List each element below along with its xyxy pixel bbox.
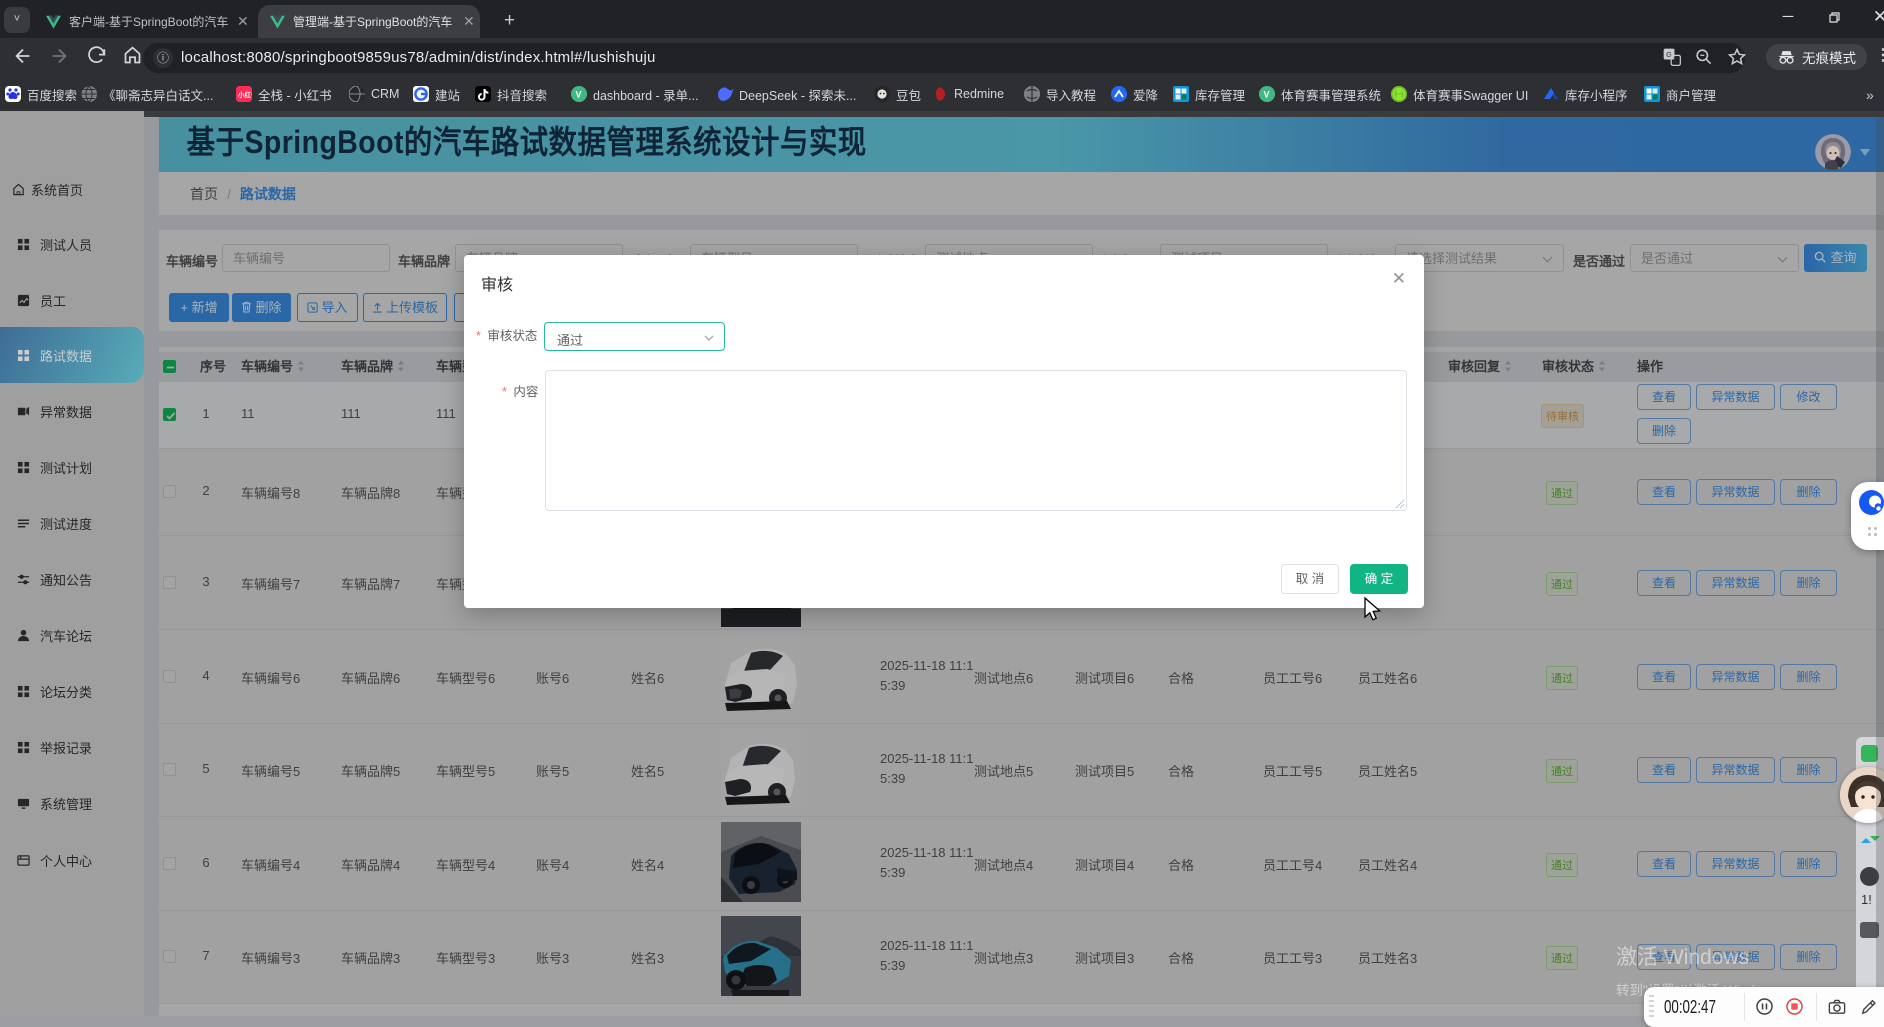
svg-text:小红书: 小红书 <box>237 90 252 99</box>
svg-text:V: V <box>1264 90 1270 100</box>
svg-text:V: V <box>576 90 582 100</box>
